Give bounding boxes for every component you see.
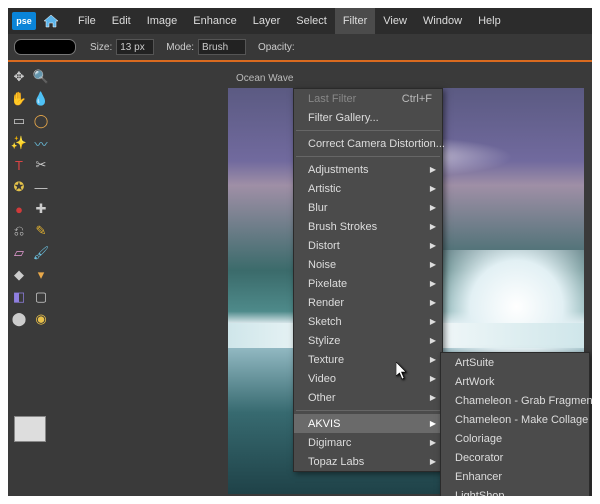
- tool-clone[interactable]: ⎌: [9, 221, 29, 241]
- tool-eraser[interactable]: ▱: [9, 243, 29, 263]
- submenu-artsuite[interactable]: ArtSuite: [441, 353, 589, 372]
- tool-lasso[interactable]: ◯: [31, 111, 51, 131]
- menu-select[interactable]: Select: [288, 8, 335, 34]
- tools-panel: ✥🔍✋💧▭◯✨〰T✂✪—●✚⎌✎▱🖌◆▾◧▢⬤◉: [8, 62, 54, 496]
- menu-separator: [296, 156, 440, 157]
- submenu-lightshop[interactable]: LightShop: [441, 486, 589, 496]
- menu-texture[interactable]: Texture▶: [294, 350, 442, 369]
- tool-bucket[interactable]: ▾: [31, 265, 51, 285]
- tool-move[interactable]: ✥: [9, 67, 29, 87]
- tool-cookie[interactable]: ✪: [9, 177, 29, 197]
- app-logo: pse: [12, 12, 36, 30]
- mode-label: Mode:: [166, 42, 194, 53]
- tool-crop[interactable]: ✂: [31, 155, 51, 175]
- tool-wand[interactable]: ✨: [9, 133, 29, 153]
- menu-separator: [296, 410, 440, 411]
- menu-other[interactable]: Other▶: [294, 388, 442, 407]
- menu-layer[interactable]: Layer: [245, 8, 289, 34]
- menu-view[interactable]: View: [375, 8, 415, 34]
- size-label: Size:: [90, 42, 112, 53]
- tool-shape[interactable]: ▢: [31, 287, 51, 307]
- tool-straighten[interactable]: —: [31, 177, 51, 197]
- menu-enhance[interactable]: Enhance: [185, 8, 244, 34]
- size-value[interactable]: 13 px: [116, 39, 154, 55]
- menu-window[interactable]: Window: [415, 8, 470, 34]
- menu-stylize[interactable]: Stylize▶: [294, 331, 442, 350]
- menu-render[interactable]: Render▶: [294, 293, 442, 312]
- tool-marquee[interactable]: ▭: [9, 111, 29, 131]
- tool-gradient[interactable]: ◧: [9, 287, 29, 307]
- menu-filter-gallery[interactable]: Filter Gallery...: [294, 108, 442, 127]
- brush-preview[interactable]: [14, 39, 76, 55]
- menubar: pse FileEditImageEnhanceLayerSelectFilte…: [8, 8, 592, 34]
- filter-menu: Last Filter Ctrl+F Filter Gallery... Cor…: [293, 88, 443, 472]
- menu-edit[interactable]: Edit: [104, 8, 139, 34]
- submenu-chameleon-make-collage[interactable]: Chameleon - Make Collage: [441, 410, 589, 429]
- tool-eyedrop[interactable]: 💧: [31, 89, 51, 109]
- opacity-label: Opacity:: [258, 42, 295, 53]
- tool-smart[interactable]: ◆: [9, 265, 29, 285]
- menu-video[interactable]: Video▶: [294, 369, 442, 388]
- tool-pencil[interactable]: ✎: [31, 221, 51, 241]
- menu-distort[interactable]: Distort▶: [294, 236, 442, 255]
- tool-zoom[interactable]: 🔍: [31, 67, 51, 87]
- home-button[interactable]: [40, 11, 62, 31]
- submenu-chameleon-grab-fragment[interactable]: Chameleon - Grab Fragment: [441, 391, 589, 410]
- menu-help[interactable]: Help: [470, 8, 509, 34]
- tool-sponge[interactable]: ◉: [31, 309, 51, 329]
- menu-artistic[interactable]: Artistic▶: [294, 179, 442, 198]
- menu-blur[interactable]: Blur▶: [294, 198, 442, 217]
- tool-blur[interactable]: ⬤: [9, 309, 29, 329]
- menu-correct-camera[interactable]: Correct Camera Distortion...: [294, 134, 442, 153]
- menu-sketch[interactable]: Sketch▶: [294, 312, 442, 331]
- menu-digimarc[interactable]: Digimarc▶: [294, 433, 442, 452]
- document-tab[interactable]: Ocean Wave: [228, 68, 584, 88]
- menu-separator: [296, 130, 440, 131]
- submenu-coloriage[interactable]: Coloriage: [441, 429, 589, 448]
- submenu-artwork[interactable]: ArtWork: [441, 372, 589, 391]
- menu-last-filter: Last Filter Ctrl+F: [294, 89, 442, 108]
- menu-filter[interactable]: Filter: [335, 8, 375, 34]
- menu-akvis[interactable]: AKVIS▶: [294, 414, 442, 433]
- options-bar: Size: 13 px Mode: Brush Opacity:: [8, 34, 592, 62]
- menu-pixelate[interactable]: Pixelate▶: [294, 274, 442, 293]
- menu-file[interactable]: File: [70, 8, 104, 34]
- mode-value[interactable]: Brush: [198, 39, 246, 55]
- tool-hand[interactable]: ✋: [9, 89, 29, 109]
- menu-topaz-labs[interactable]: Topaz Labs▶: [294, 452, 442, 471]
- menu-noise[interactable]: Noise▶: [294, 255, 442, 274]
- color-swatch[interactable]: [14, 416, 46, 442]
- tool-brush[interactable]: 🖌: [31, 243, 51, 263]
- menu-image[interactable]: Image: [139, 8, 186, 34]
- menu-brush-strokes[interactable]: Brush Strokes▶: [294, 217, 442, 236]
- tool-type[interactable]: T: [9, 155, 29, 175]
- tool-selbrush[interactable]: 〰: [31, 133, 51, 153]
- menu-adjustments[interactable]: Adjustments▶: [294, 160, 442, 179]
- akvis-submenu: ArtSuiteArtWorkChameleon - Grab Fragment…: [440, 352, 590, 496]
- submenu-enhancer[interactable]: Enhancer: [441, 467, 589, 486]
- tool-heal[interactable]: ✚: [31, 199, 51, 219]
- tool-redeye[interactable]: ●: [9, 199, 29, 219]
- submenu-decorator[interactable]: Decorator: [441, 448, 589, 467]
